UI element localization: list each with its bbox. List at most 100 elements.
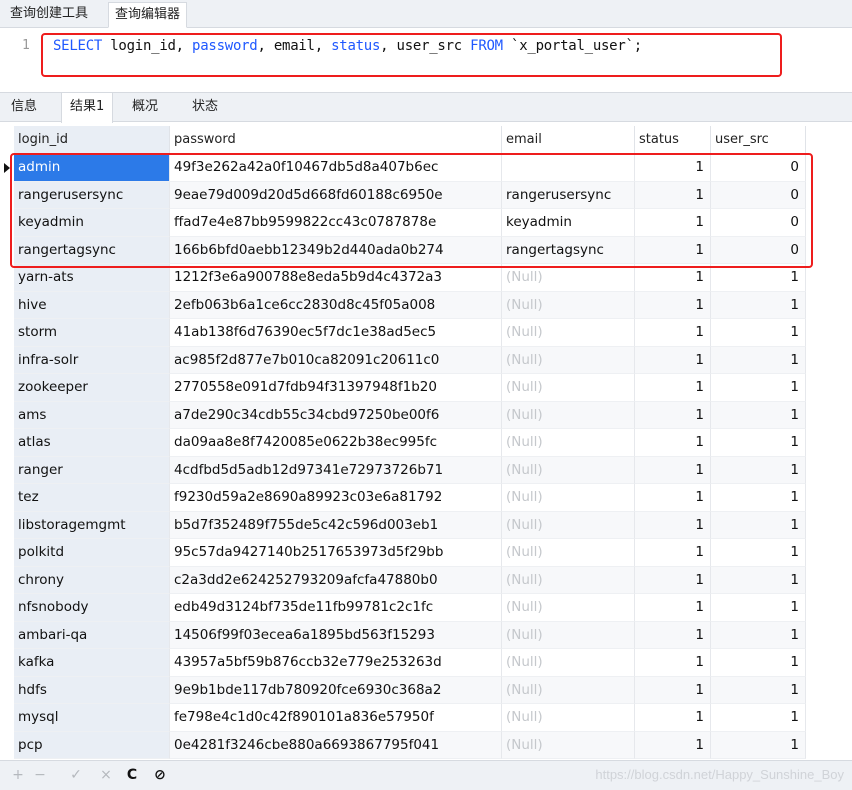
delete-record-icon[interactable]: − [30, 765, 50, 785]
cell-user-src[interactable]: 1 [711, 676, 806, 704]
cell-password[interactable]: 9e9b1bde117db780920fce6930c368a2 [170, 676, 502, 704]
cell-email[interactable]: (Null) [502, 649, 635, 677]
tab-query-builder[interactable]: 查询创建工具 [4, 2, 94, 28]
tab-info[interactable]: 信息 [3, 93, 45, 122]
cell-email[interactable]: (Null) [502, 319, 635, 347]
cell-user-src[interactable]: 1 [711, 374, 806, 402]
cell-user-src[interactable]: 1 [711, 264, 806, 292]
cell-status[interactable]: 1 [635, 484, 711, 512]
cell-user-src[interactable]: 1 [711, 429, 806, 457]
cell-login-id[interactable]: hdfs [14, 676, 170, 704]
cell-email[interactable]: (Null) [502, 456, 635, 484]
cell-status[interactable]: 1 [635, 429, 711, 457]
cell-status[interactable]: 1 [635, 319, 711, 347]
cell-status[interactable]: 1 [635, 374, 711, 402]
column-header-user-src[interactable]: user_src [711, 126, 806, 153]
cell-status[interactable]: 1 [635, 566, 711, 594]
cell-login-id[interactable]: storm [14, 319, 170, 347]
table-row[interactable]: hdfs 9e9b1bde117db780920fce6930c368a2 (Nul… [0, 676, 806, 704]
cell-user-src[interactable]: 1 [711, 566, 806, 594]
cell-user-src[interactable]: 1 [711, 621, 806, 649]
cell-login-id[interactable]: mysql [14, 704, 170, 732]
cell-email[interactable]: (Null) [502, 676, 635, 704]
cell-password[interactable]: 0e4281f3246cbe880a6693867795f041 [170, 731, 502, 759]
table-row[interactable]: tez f9230d59a2e8690a89923c03e6a81792 (Null… [0, 484, 806, 512]
table-row[interactable]: ambari-qa 14506f99f03ecea6a1895bd563f1529… [0, 621, 806, 649]
column-header-status[interactable]: status [635, 126, 711, 153]
table-row[interactable]: atlas da09aa8e8f7420085e0622b38ec995fc (Nu… [0, 429, 806, 457]
cell-login-id[interactable]: nfsnobody [14, 594, 170, 622]
cell-password[interactable]: 95c57da9427140b2517653973d5f29bb [170, 539, 502, 567]
cell-user-src[interactable]: 1 [711, 511, 806, 539]
cell-password[interactable]: 2770558e091d7fdb94f31397948f1b20 [170, 374, 502, 402]
cell-password[interactable]: da09aa8e8f7420085e0622b38ec995fc [170, 429, 502, 457]
cell-login-id[interactable]: chrony [14, 566, 170, 594]
tab-profile[interactable]: 概况 [124, 93, 166, 122]
cell-status[interactable]: 1 [635, 621, 711, 649]
sql-editor[interactable]: 1 SELECT login_id, password, email, stat… [0, 28, 852, 92]
cell-user-src[interactable]: 1 [711, 649, 806, 677]
cell-status[interactable]: 1 [635, 401, 711, 429]
cell-user-src[interactable]: 1 [711, 401, 806, 429]
cell-login-id[interactable]: ambari-qa [14, 621, 170, 649]
cell-user-src[interactable]: 1 [711, 291, 806, 319]
cell-status[interactable]: 1 [635, 291, 711, 319]
apply-changes-icon[interactable]: ✓ [66, 765, 86, 785]
cell-password[interactable]: 2efb063b6a1ce6cc2830d8c45f05a008 [170, 291, 502, 319]
cell-email[interactable]: (Null) [502, 429, 635, 457]
cell-user-src[interactable]: 1 [711, 539, 806, 567]
column-header-login-id[interactable]: login_id [14, 126, 170, 153]
table-row[interactable]: pcp 0e4281f3246cbe880a6693867795f041 (Null… [0, 731, 806, 759]
table-row[interactable]: storm 41ab138f6d76390ec5f7dc1e38ad5ec5 (Nu… [0, 319, 806, 347]
cell-email[interactable]: (Null) [502, 484, 635, 512]
cell-login-id[interactable]: libstoragemgmt [14, 511, 170, 539]
cell-login-id[interactable]: infra-solr [14, 346, 170, 374]
cell-email[interactable]: (Null) [502, 291, 635, 319]
column-header-password[interactable]: password [170, 126, 502, 153]
table-row[interactable]: libstoragemgmt b5d7f352489f755de5c42c596d… [0, 511, 806, 539]
cell-password[interactable]: 41ab138f6d76390ec5f7dc1e38ad5ec5 [170, 319, 502, 347]
cell-user-src[interactable]: 1 [711, 484, 806, 512]
stop-icon[interactable]: ⊘ [150, 765, 170, 785]
tab-result-1[interactable]: 结果1 [61, 93, 114, 123]
table-row[interactable]: ams a7de290c34cdb55c34cbd97250be00f6 (Null… [0, 401, 806, 429]
cell-user-src[interactable]: 1 [711, 346, 806, 374]
cell-login-id[interactable]: hive [14, 291, 170, 319]
cell-password[interactable]: c2a3dd2e624252793209afcfa47880b0 [170, 566, 502, 594]
cell-status[interactable]: 1 [635, 594, 711, 622]
cell-email[interactable]: (Null) [502, 374, 635, 402]
cell-login-id[interactable]: kafka [14, 649, 170, 677]
cell-email[interactable]: (Null) [502, 264, 635, 292]
cell-email[interactable]: (Null) [502, 731, 635, 759]
cell-email[interactable]: (Null) [502, 704, 635, 732]
cell-login-id[interactable]: tez [14, 484, 170, 512]
table-row[interactable]: nfsnobody edb49d3124bf735de11fb99781c2c1f… [0, 594, 806, 622]
table-row[interactable]: hive 2efb063b6a1ce6cc2830d8c45f05a008 (Nul… [0, 291, 806, 319]
table-row[interactable]: mysql fe798e4c1d0c42f890101a836e57950f (Nu… [0, 704, 806, 732]
column-header-email[interactable]: email [502, 126, 635, 153]
cell-login-id[interactable]: atlas [14, 429, 170, 457]
cell-login-id[interactable]: zookeeper [14, 374, 170, 402]
cell-status[interactable]: 1 [635, 511, 711, 539]
cell-status[interactable]: 1 [635, 264, 711, 292]
cell-password[interactable]: 14506f99f03ecea6a1895bd563f15293 [170, 621, 502, 649]
cell-email[interactable]: (Null) [502, 511, 635, 539]
cell-user-src[interactable]: 1 [711, 731, 806, 759]
tab-status[interactable]: 状态 [184, 93, 226, 122]
table-row[interactable]: zookeeper 2770558e091d7fdb94f31397948f1b2… [0, 374, 806, 402]
refresh-icon[interactable]: C [122, 765, 142, 785]
cell-password[interactable]: edb49d3124bf735de11fb99781c2c1fc [170, 594, 502, 622]
cell-login-id[interactable]: pcp [14, 731, 170, 759]
cell-password[interactable]: 43957a5bf59b876ccb32e779e253263d [170, 649, 502, 677]
cell-email[interactable]: (Null) [502, 539, 635, 567]
table-row[interactable]: ranger 4cdfbd5d5adb12d97341e72973726b71 (N… [0, 456, 806, 484]
table-row[interactable]: chrony c2a3dd2e624252793209afcfa47880b0 (N… [0, 566, 806, 594]
cell-status[interactable]: 1 [635, 456, 711, 484]
cell-status[interactable]: 1 [635, 731, 711, 759]
discard-changes-icon[interactable]: × [96, 765, 116, 785]
cell-password[interactable]: ac985f2d877e7b010ca82091c20611c0 [170, 346, 502, 374]
cell-login-id[interactable]: polkitd [14, 539, 170, 567]
cell-user-src[interactable]: 1 [711, 704, 806, 732]
table-row[interactable]: yarn-ats 1212f3e6a900788e8eda5b9d4c4372a3… [0, 264, 806, 292]
cell-email[interactable]: (Null) [502, 594, 635, 622]
